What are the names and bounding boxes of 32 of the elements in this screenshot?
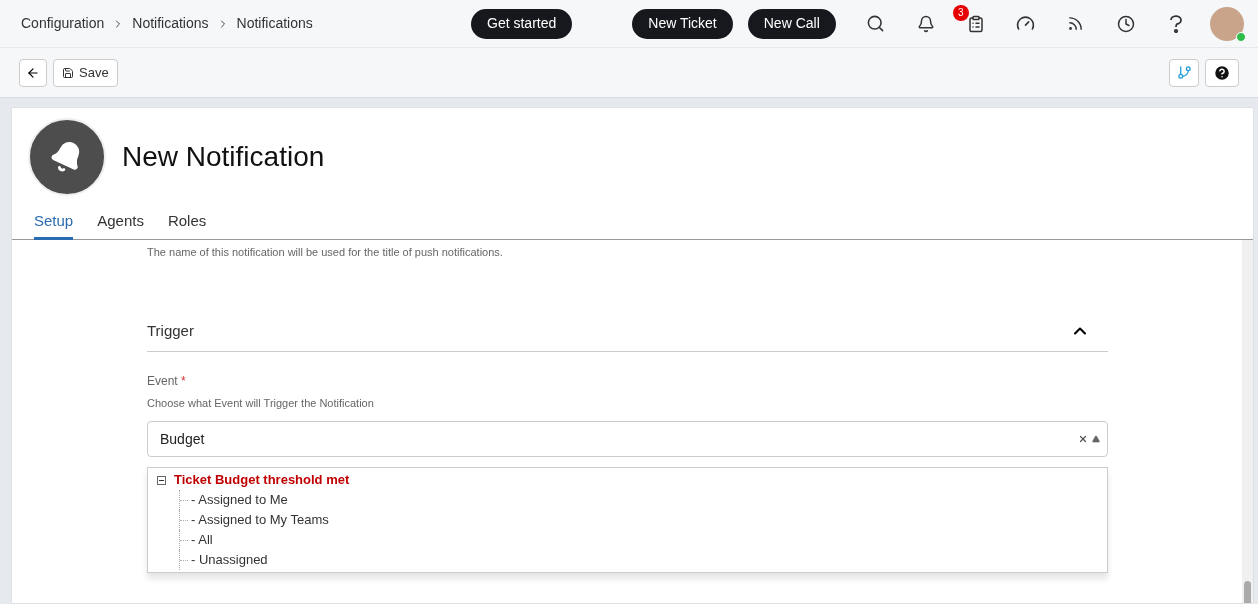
tree-item[interactable]: - All [191, 530, 213, 550]
event-select-field[interactable]: Budget [147, 421, 1108, 457]
header-button[interactable]: New Ticket [632, 8, 733, 39]
tree-group-label[interactable]: Ticket Budget threshold met [174, 470, 350, 490]
tab[interactable]: Agents [97, 209, 144, 240]
branch-button[interactable] [1169, 58, 1199, 87]
tree-item[interactable]: - Unassigned [191, 550, 268, 570]
page-title: New Notification [122, 140, 325, 174]
clear-icon[interactable] [1078, 434, 1088, 444]
branch-icon [1176, 65, 1192, 80]
notification-badge: 3 [952, 4, 969, 21]
back-button[interactable] [19, 58, 47, 87]
scrollbar-thumb[interactable] [1244, 581, 1251, 603]
breadcrumb-link[interactable]: Configuration [21, 13, 105, 34]
tab[interactable]: Roles [167, 209, 207, 240]
required-mark: * [181, 373, 186, 388]
breadcrumb-link[interactable]: Notifications [236, 13, 313, 34]
tab[interactable]: Setup [34, 209, 74, 240]
save-button[interactable]: Save [53, 58, 118, 87]
name-hint: The name of this notification will be used for the title of push notifications. [147, 245, 504, 260]
dropdown-arrow-icon[interactable] [1092, 435, 1100, 443]
help-icon [1213, 63, 1231, 82]
tree-item[interactable]: - Assigned to My Teams [191, 510, 329, 530]
help-button[interactable] [1205, 58, 1239, 87]
field-hint: Choose what Event will Trigger the Notification [147, 395, 375, 411]
section-title: Trigger [147, 320, 194, 341]
field-label: Event [147, 373, 178, 388]
tree-item[interactable]: - Assigned to Me [191, 490, 288, 510]
breadcrumb-link[interactable]: Notifications [132, 13, 209, 34]
header-button[interactable]: Get started [471, 8, 573, 39]
header-button[interactable]: New Call [747, 8, 836, 39]
collapse-icon[interactable] [157, 475, 166, 485]
